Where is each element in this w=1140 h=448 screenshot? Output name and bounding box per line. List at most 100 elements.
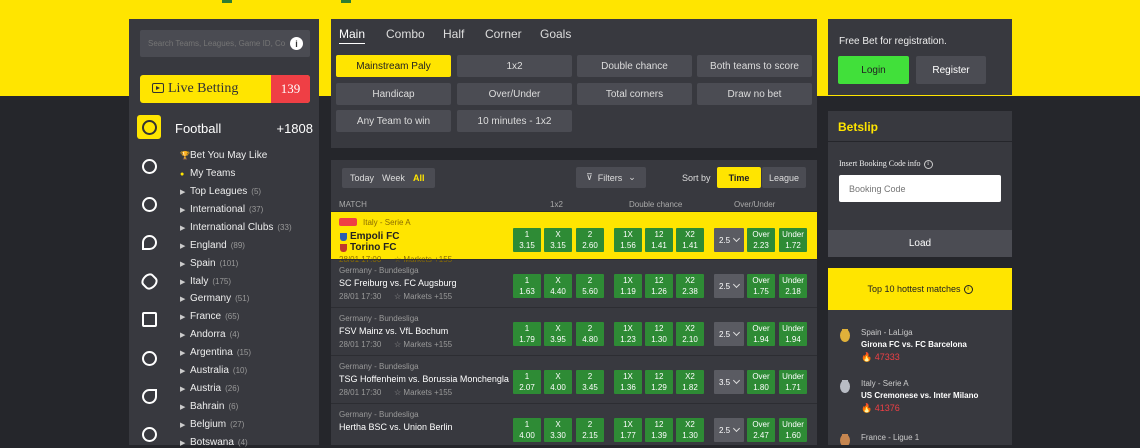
register-button[interactable]: Register: [916, 56, 986, 84]
odd-button[interactable]: 1 1.63: [513, 274, 541, 298]
sidebar-item[interactable]: ▶ Botswana (4): [180, 437, 248, 448]
football-icon[interactable]: [137, 115, 161, 139]
under-odd-button[interactable]: Under 1.71: [779, 370, 807, 394]
sidebar-item[interactable]: ▶ Andorra (4): [180, 329, 239, 340]
market-button-handicap[interactable]: Handicap: [336, 83, 451, 105]
tab-half[interactable]: Half: [443, 27, 464, 41]
volleyball-icon[interactable]: [137, 346, 161, 370]
match-row[interactable]: Germany - Bundesliga FSV Mainz vs. VfL Bo…: [331, 307, 817, 355]
odd-button[interactable]: 12 1.30: [645, 322, 673, 346]
sidebar-item[interactable]: ▶ International Clubs (33): [180, 222, 292, 233]
sidebar-item[interactable]: ▶ International (37): [180, 204, 263, 215]
market-button-total-corners[interactable]: Total corners: [577, 83, 692, 105]
over-odd-button[interactable]: Over 1.80: [747, 370, 775, 394]
line-select[interactable]: 3.5: [714, 370, 744, 394]
booking-code-input[interactable]: [839, 175, 1001, 202]
sidebar-item[interactable]: ▶ Bahrain (6): [180, 401, 238, 412]
more-markets-link[interactable]: ☆ Markets +155: [394, 388, 452, 397]
sidebar-item[interactable]: 🏆Bet You May Like: [180, 150, 271, 161]
market-button-draw-no-bet[interactable]: Draw no bet: [697, 83, 812, 105]
odd-button[interactable]: 1X 1.19: [614, 274, 642, 298]
odd-button[interactable]: 12 1.39: [645, 418, 673, 442]
filter-week[interactable]: Week: [382, 173, 405, 183]
odd-button[interactable]: X 4.00: [544, 370, 572, 394]
basketball-icon[interactable]: [137, 154, 161, 178]
under-odd-button[interactable]: Under 2.18: [779, 274, 807, 298]
odd-button[interactable]: 1X 1.56: [614, 228, 642, 252]
info-icon[interactable]: i: [923, 159, 933, 169]
badminton-icon[interactable]: [137, 384, 161, 408]
odd-button[interactable]: X 3.95: [544, 322, 572, 346]
odd-button[interactable]: 12 1.41: [645, 228, 673, 252]
tab-corner[interactable]: Corner: [485, 27, 522, 41]
line-select[interactable]: 2.5: [714, 322, 744, 346]
under-odd-button[interactable]: Under 1.94: [779, 322, 807, 346]
odd-button[interactable]: 1 4.00: [513, 418, 541, 442]
market-button-mainstream[interactable]: Mainstream Paly: [336, 55, 451, 77]
odd-button[interactable]: 12 1.29: [645, 370, 673, 394]
sort-league-button[interactable]: League: [762, 167, 806, 188]
odd-button[interactable]: 2 3.45: [576, 370, 604, 394]
odd-button[interactable]: 1X 1.36: [614, 370, 642, 394]
odd-button[interactable]: X2 2.10: [676, 322, 704, 346]
filter-all[interactable]: All: [413, 173, 425, 183]
tennis-icon[interactable]: [137, 192, 161, 216]
info-icon[interactable]: i: [963, 284, 973, 294]
match-row[interactable]: Germany - Bundesliga Hertha BSC vs. Union…: [331, 403, 817, 445]
market-button-1x2[interactable]: 1x2: [457, 55, 572, 77]
sidebar-item[interactable]: ▶ France (65): [180, 311, 239, 322]
more-markets-link[interactable]: ☆ Markets +155: [394, 340, 452, 349]
sidebar-item[interactable]: ▶ Austria (26): [180, 383, 239, 394]
sidebar-item[interactable]: ▶ Top Leagues (5): [180, 186, 261, 197]
over-odd-button[interactable]: Over 1.94: [747, 322, 775, 346]
odd-button[interactable]: 1 2.07: [513, 370, 541, 394]
match-row[interactable]: Germany - Bundesliga SC Freiburg vs. FC A…: [331, 259, 817, 307]
odd-button[interactable]: 1X 1.77: [614, 418, 642, 442]
over-odd-button[interactable]: Over 2.47: [747, 418, 775, 442]
odd-button[interactable]: 2 2.60: [576, 228, 604, 252]
line-select[interactable]: 2.5: [714, 228, 744, 252]
search-button[interactable]: i: [283, 30, 310, 57]
tab-goals[interactable]: Goals: [540, 27, 571, 41]
hockey-icon[interactable]: [137, 307, 161, 331]
line-select[interactable]: 2.5: [714, 274, 744, 298]
sidebar-item[interactable]: ▶ Argentina (15): [180, 347, 251, 358]
odd-button[interactable]: 1 1.79: [513, 322, 541, 346]
sidebar-item[interactable]: ▶ Germany (51): [180, 293, 249, 304]
market-button-any-team[interactable]: Any Team to win: [336, 110, 451, 132]
sort-time-button[interactable]: Time: [717, 167, 761, 188]
market-button-btts[interactable]: Both teams to score: [697, 55, 812, 77]
sidebar-item[interactable]: ▶ Belgium (27): [180, 419, 244, 430]
odd-button[interactable]: 2 2.15: [576, 418, 604, 442]
odd-button[interactable]: X2 1.82: [676, 370, 704, 394]
market-button-double-chance[interactable]: Double chance: [577, 55, 692, 77]
filters-dropdown[interactable]: ⊽ Filters ⌄: [576, 167, 646, 188]
odd-button[interactable]: 12 1.26: [645, 274, 673, 298]
match-row[interactable]: Germany - Bundesliga TSG Hoffenheim vs. B…: [331, 355, 817, 403]
odd-button[interactable]: X 3.15: [544, 228, 572, 252]
search-input[interactable]: [140, 30, 285, 57]
over-odd-button[interactable]: Over 2.23: [747, 228, 775, 252]
table-tennis-icon[interactable]: [137, 230, 161, 254]
market-button-10min[interactable]: 10 minutes - 1x2: [457, 110, 572, 132]
login-button[interactable]: Login: [838, 56, 909, 84]
filter-today[interactable]: Today: [350, 173, 374, 183]
odd-button[interactable]: 2 4.80: [576, 322, 604, 346]
sidebar-item[interactable]: ▶ Italy (175): [180, 276, 231, 287]
tab-combo[interactable]: Combo: [386, 27, 425, 41]
line-select[interactable]: 2.5: [714, 418, 744, 442]
under-odd-button[interactable]: Under 1.60: [779, 418, 807, 442]
more-markets-link[interactable]: ☆ Markets +155: [394, 292, 452, 301]
odd-button[interactable]: X2 1.30: [676, 418, 704, 442]
market-button-over-under[interactable]: Over/Under: [457, 83, 572, 105]
soccer-ball-icon[interactable]: [137, 422, 161, 446]
rugby-icon[interactable]: [137, 269, 161, 293]
sidebar-item[interactable]: ▶ Spain (101): [180, 258, 238, 269]
odd-button[interactable]: X2 2.38: [676, 274, 704, 298]
under-odd-button[interactable]: Under 1.72: [779, 228, 807, 252]
over-odd-button[interactable]: Over 1.75: [747, 274, 775, 298]
tab-main[interactable]: Main: [339, 27, 366, 44]
odd-button[interactable]: X 4.40: [544, 274, 572, 298]
sidebar-item[interactable]: ▶ England (89): [180, 240, 245, 251]
live-betting-button[interactable]: Live Betting 139: [140, 75, 310, 103]
